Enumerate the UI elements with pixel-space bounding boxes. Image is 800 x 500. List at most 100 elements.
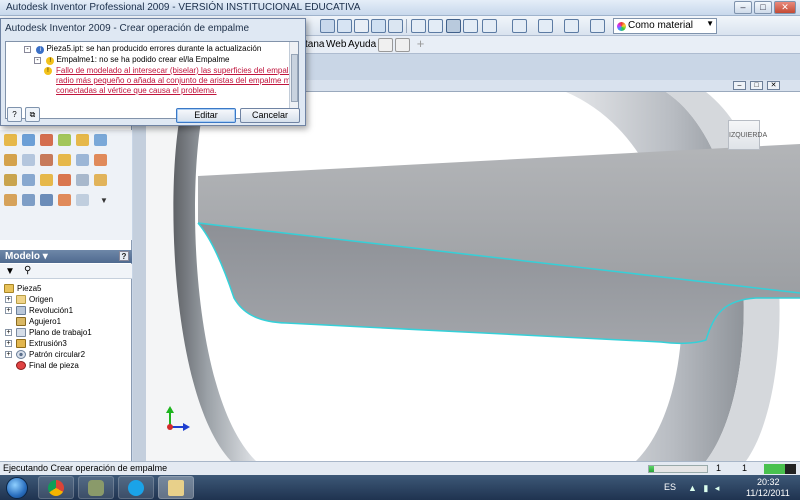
message-row[interactable]: radio más pequeño o añada al conjunto de… (56, 76, 298, 85)
message-text: Pieza5.ipt: se han producido errores dur… (46, 44, 262, 53)
face-draft-tool-icon[interactable] (4, 174, 17, 186)
tree-item-origen[interactable]: + Origen (2, 294, 130, 305)
model-viewport[interactable]: IZQUIERDA (146, 92, 800, 461)
expand-icon[interactable]: + (5, 296, 12, 303)
collapse-icon[interactable]: - (34, 57, 41, 64)
zoom-icon[interactable] (354, 19, 369, 33)
error-text[interactable]: Fallo de modelado al intersecar (biselar… (56, 66, 298, 75)
language-indicator[interactable]: ES (664, 482, 676, 492)
message-row[interactable]: - i Pieza5.ipt: se han producido errores… (24, 44, 261, 54)
close-button[interactable]: ✕ (774, 1, 796, 14)
zoom-all-icon[interactable] (320, 19, 335, 33)
grip-snap-tool-icon[interactable] (94, 174, 107, 186)
menu-item-web[interactable]: Web (326, 39, 346, 50)
style-icon[interactable] (590, 19, 605, 33)
chamfer-tool-icon[interactable] (76, 134, 89, 146)
taskbar-skype[interactable] (118, 476, 154, 499)
taskbar-games[interactable] (78, 476, 114, 499)
tree-item-revolucion1[interactable]: + Revolución1 (2, 305, 130, 316)
tree-item-pieza5[interactable]: Pieza5 (2, 283, 130, 294)
filter-icon[interactable]: ▼ (5, 266, 15, 277)
info-icon: i (36, 46, 45, 54)
find-icon[interactable]: ⚲ (24, 265, 31, 276)
minimize-button[interactable]: – (734, 1, 752, 14)
expand-icon[interactable]: + (5, 307, 12, 314)
mirror-tool-icon[interactable] (58, 194, 71, 206)
tree-item-label: Patrón circular2 (29, 350, 86, 359)
cancel-button[interactable]: Cancelar (240, 108, 300, 123)
sweep-tool-icon[interactable] (4, 154, 17, 166)
message-row[interactable]: ! Fallo de modelado al intersecar (bisel… (44, 66, 298, 75)
work-plane-tool-icon[interactable] (4, 194, 17, 206)
shell-tool-icon[interactable] (94, 134, 107, 146)
maximize-button[interactable]: □ (754, 1, 772, 14)
camera-icon[interactable] (482, 19, 497, 33)
fillet-tool-icon[interactable] (58, 134, 71, 146)
thread-tool-icon[interactable] (76, 154, 89, 166)
expand-icon[interactable]: + (5, 340, 12, 347)
message-row[interactable]: - ! Empalme1: no se ha podido crear el/l… (34, 55, 229, 65)
shadow-icon[interactable] (463, 19, 478, 33)
menu-item-help[interactable]: Ayuda (348, 39, 376, 50)
appearance-icon[interactable] (564, 19, 579, 33)
tree-item-plano-de-trabajo1[interactable]: + Plano de trabajo1 (2, 327, 130, 338)
viewport-restore-button[interactable]: □ (750, 81, 763, 90)
taskbar-inventor[interactable] (158, 476, 194, 499)
tray-icons[interactable]: ▲ ▮ ◂ (688, 483, 721, 494)
more-tools-icon[interactable]: ▼ (100, 196, 108, 205)
decal-tool-icon[interactable] (40, 174, 53, 186)
work-axis-tool-icon[interactable] (76, 174, 89, 186)
hammer-icon[interactable] (395, 38, 410, 52)
section-icon[interactable] (512, 19, 527, 33)
shaded-display-icon[interactable] (446, 19, 461, 33)
circular-pattern-tool-icon[interactable] (76, 194, 89, 206)
dialog-scrollbar[interactable] (289, 42, 298, 118)
message-row[interactable]: conectadas al vértice que causa el probl… (56, 86, 217, 95)
loft-tool-icon[interactable] (22, 154, 35, 166)
copy-button[interactable]: ⧉ (25, 107, 40, 122)
look-at-icon[interactable] (428, 19, 443, 33)
zoom-window-icon[interactable] (337, 19, 352, 33)
coil-tool-icon[interactable] (40, 154, 53, 166)
scrollbar-thumb[interactable] (291, 54, 298, 102)
work-point-tool-icon[interactable] (22, 194, 35, 206)
update-icon[interactable] (378, 38, 393, 52)
plus-icon[interactable]: + (413, 37, 428, 52)
warning-icon: ! (44, 67, 52, 75)
error-text[interactable]: conectadas al vértice que causa el probl… (56, 86, 217, 95)
split-tool-icon[interactable] (94, 154, 107, 166)
pattern-tool-icon[interactable] (40, 194, 53, 206)
pan-icon[interactable] (371, 19, 386, 33)
help-button[interactable]: ? (7, 107, 22, 122)
tree-item-patron-circular2[interactable]: + Patrón circular2 (2, 349, 130, 360)
start-button[interactable] (6, 477, 28, 499)
expand-icon[interactable]: + (5, 329, 12, 336)
error-text[interactable]: radio más pequeño o añada al conjunto de… (56, 76, 298, 85)
sketch-display-icon[interactable] (538, 19, 553, 33)
menu-item-window[interactable]: tana (305, 39, 324, 50)
zoom-selected-icon[interactable] (388, 19, 403, 33)
tree-item-agujero1[interactable]: Agujero1 (2, 316, 130, 327)
viewport-close-button[interactable]: ✕ (767, 81, 780, 90)
extrude-tool-icon[interactable] (4, 134, 17, 146)
derived-tool-icon[interactable] (58, 174, 71, 186)
clock-date[interactable]: 11/12/2011 (746, 488, 790, 498)
browser-header[interactable]: Modelo ▾ ? (0, 250, 132, 263)
taskbar-chrome[interactable] (38, 476, 74, 499)
emboss-tool-icon[interactable] (22, 174, 35, 186)
rotate-icon[interactable] (411, 19, 426, 33)
expand-icon[interactable]: + (5, 351, 12, 358)
tree-item-final-de-pieza[interactable]: Final de pieza (2, 360, 130, 371)
viewport-minimize-button[interactable]: – (733, 81, 746, 90)
material-select[interactable]: Como material ▼ (613, 18, 717, 34)
viewcube[interactable]: IZQUIERDA (728, 120, 767, 150)
axis-origin (167, 424, 173, 430)
edit-button[interactable]: Editar (176, 108, 236, 123)
hole-tool-icon[interactable] (40, 134, 53, 146)
collapse-icon[interactable]: - (24, 46, 31, 53)
help-icon[interactable]: ? (119, 251, 129, 261)
clock-time[interactable]: 20:32 (757, 477, 780, 487)
rib-tool-icon[interactable] (58, 154, 71, 166)
revolve-tool-icon[interactable] (22, 134, 35, 146)
tree-item-extrusion3[interactable]: + Extrusión3 (2, 338, 130, 349)
